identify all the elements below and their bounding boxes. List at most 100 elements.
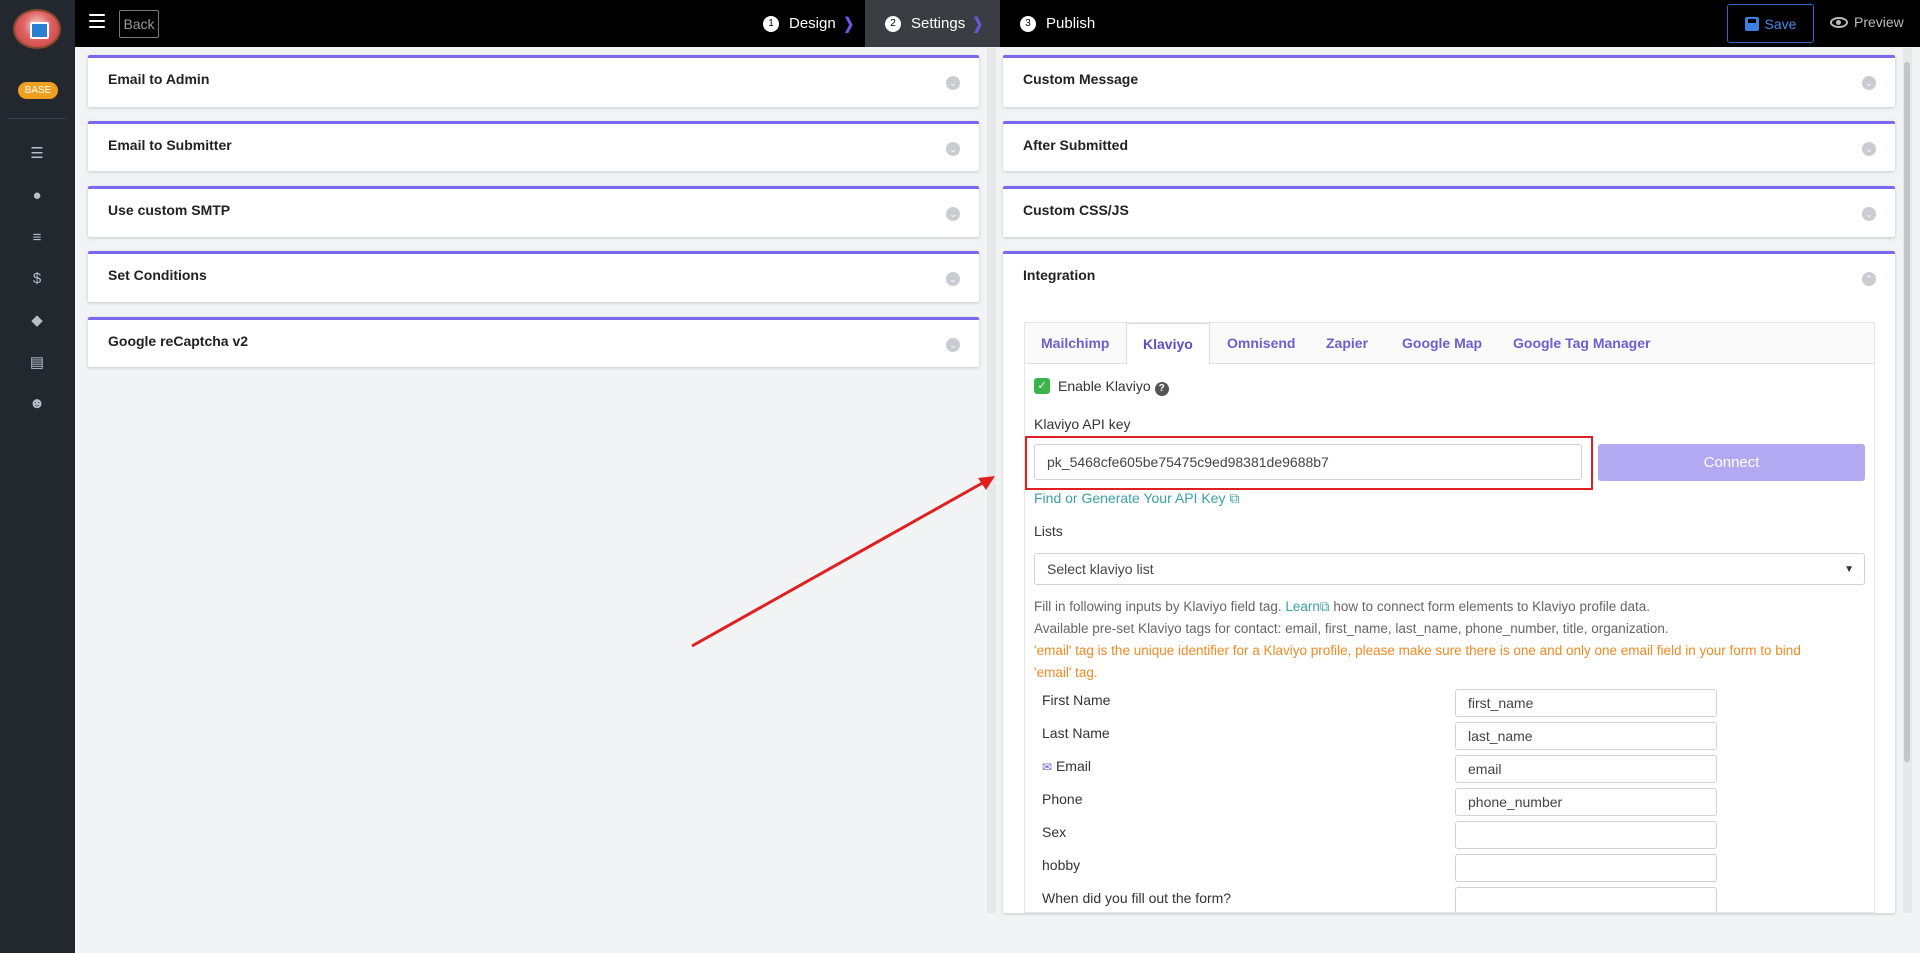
step-settings[interactable]: 2 Settings ❯: [865, 0, 1000, 47]
panel-recaptcha[interactable]: Google reCaptcha v2 ⌄: [88, 317, 979, 367]
sidebar: BASE ☰ ● ≡ $ ◆ ▤ ☻: [0, 0, 75, 953]
chevron-right-icon: ❯: [843, 15, 854, 33]
panel-title: Email to Admin: [108, 71, 210, 87]
step-publish[interactable]: 3 Publish: [1020, 0, 1095, 47]
tab-google-map[interactable]: Google Map: [1402, 335, 1482, 351]
chevron-down-icon[interactable]: ⌄: [946, 207, 960, 221]
panel-custom-smtp[interactable]: Use custom SMTP ⌄: [88, 186, 979, 237]
floppy-disk-icon: [1744, 16, 1759, 31]
field-label-email-text: Email: [1055, 758, 1091, 774]
top-bar: Back 1 Design ❯ 2 Settings ❯ 3 Publish S…: [75, 0, 1920, 47]
scrollbar[interactable]: [987, 48, 996, 913]
step-label: Settings: [911, 15, 966, 32]
chevron-down-icon[interactable]: ⌄: [946, 272, 960, 286]
preview-button[interactable]: Preview: [1830, 14, 1904, 30]
arrow-shaft: [691, 479, 987, 648]
chevron-down-icon[interactable]: ⌄: [1862, 76, 1876, 90]
panel-custom-message[interactable]: Custom Message ⌄: [1003, 55, 1895, 107]
panel-email-to-submitter[interactable]: Email to Submitter ⌄: [88, 121, 979, 171]
users-icon[interactable]: ◆: [27, 310, 47, 330]
chevron-down-icon[interactable]: ⌄: [1862, 207, 1876, 221]
panel-title: Custom Message: [1023, 71, 1139, 87]
field-input-sex[interactable]: [1455, 821, 1717, 849]
panel-title: Custom CSS/JS: [1023, 202, 1129, 218]
step-label: Design: [789, 15, 836, 32]
external-link-icon: ⧉: [1319, 599, 1330, 614]
klaviyo-list-select[interactable]: Select klaviyo list ▼: [1034, 553, 1865, 585]
chevron-down-icon[interactable]: ⌄: [946, 142, 960, 156]
help-icon[interactable]: ?: [1154, 382, 1169, 396]
field-input-first-name[interactable]: first_name: [1455, 689, 1717, 717]
step-number: 1: [763, 15, 779, 32]
api-key-label: Klaviyo API key: [1034, 416, 1131, 432]
connect-button[interactable]: Connect: [1598, 444, 1865, 481]
find-api-key-link[interactable]: Find or Generate Your API Key ⧉: [1034, 490, 1239, 507]
api-key-input[interactable]: pk_5468cfe605be75475c9ed98381de9688b7: [1034, 444, 1582, 480]
info-post: how to connect form elements to Klaviyo …: [1333, 599, 1650, 614]
info-text: Fill in following inputs by Klaviyo fiel…: [1034, 596, 1864, 684]
chevron-down-icon[interactable]: ⌄: [1862, 142, 1876, 156]
field-label-phone: Phone: [1042, 791, 1083, 807]
preview-label: Preview: [1854, 14, 1904, 30]
panel-title: Integration: [1023, 267, 1096, 283]
sidebar-divider: [8, 118, 66, 119]
chevron-down-icon[interactable]: ⌄: [946, 338, 960, 352]
panel-email-to-admin[interactable]: Email to Admin ⌄: [88, 55, 979, 107]
hamburger-icon[interactable]: [89, 14, 105, 32]
info-pre: Fill in following inputs by Klaviyo fiel…: [1034, 599, 1282, 614]
info-tags: Available pre-set Klaviyo tags for conta…: [1034, 621, 1669, 636]
eye-icon: [1830, 16, 1848, 28]
field-label-sex: Sex: [1042, 824, 1067, 840]
integration-content: Mailchimp Klaviyo Omnisend Zapier Google…: [1024, 322, 1875, 913]
field-input-when[interactable]: [1455, 887, 1717, 912]
save-label: Save: [1764, 15, 1797, 32]
chevron-up-icon[interactable]: ⌃: [1862, 272, 1876, 286]
dollar-icon[interactable]: $: [27, 268, 47, 288]
step-number: 2: [885, 15, 901, 32]
chevron-down-icon[interactable]: ⌄: [946, 76, 960, 90]
tab-klaviyo[interactable]: Klaviyo: [1126, 323, 1210, 365]
panel-set-conditions[interactable]: Set Conditions ⌄: [88, 251, 979, 302]
back-button[interactable]: Back: [119, 10, 159, 38]
field-label-email: ✉ Email: [1042, 758, 1091, 774]
scrollbar-thumb[interactable]: [1904, 62, 1910, 762]
enable-klaviyo-label: Enable Klaviyo: [1058, 378, 1151, 394]
tab-google-tag-manager[interactable]: Google Tag Manager: [1513, 335, 1650, 351]
tab-omnisend[interactable]: Omnisend: [1227, 335, 1295, 351]
field-input-last-name[interactable]: last_name: [1455, 722, 1717, 750]
panel-after-submitted[interactable]: After Submitted ⌄: [1003, 121, 1895, 171]
field-input-email[interactable]: email: [1455, 755, 1717, 783]
tab-mailchimp[interactable]: Mailchimp: [1041, 335, 1109, 351]
tab-zapier[interactable]: Zapier: [1326, 335, 1368, 351]
enable-klaviyo-row: Enable Klaviyo?: [1058, 378, 1169, 396]
external-link-icon: ⧉: [1229, 490, 1240, 506]
document-icon[interactable]: ▤: [27, 352, 47, 372]
list-icon[interactable]: ☰: [27, 143, 47, 163]
plan-badge: BASE: [18, 82, 58, 99]
panel-title: After Submitted: [1023, 137, 1128, 153]
panel-title: Email to Submitter: [108, 137, 232, 153]
step-design[interactable]: 1 Design ❯: [759, 0, 861, 47]
email-warning-cont: 'email' tag.: [1034, 665, 1098, 680]
enable-klaviyo-checkbox[interactable]: ✓: [1034, 378, 1050, 394]
field-input-hobby[interactable]: [1455, 854, 1717, 882]
chevron-down-icon: ▼: [1844, 563, 1854, 575]
find-api-key-text: Find or Generate Your API Key: [1034, 490, 1226, 506]
chevron-right-icon: ❯: [972, 15, 984, 33]
learn-link[interactable]: Learn: [1285, 599, 1320, 614]
smile-icon[interactable]: ☻: [27, 393, 47, 413]
integration-tabs: Mailchimp Klaviyo Omnisend Zapier Google…: [1025, 323, 1874, 365]
email-warning: 'email' tag is the unique identifier for…: [1034, 643, 1801, 658]
step-label: Publish: [1046, 15, 1096, 32]
app-logo[interactable]: [13, 9, 61, 49]
menu-icon[interactable]: ≡: [27, 227, 47, 247]
field-label-first-name: First Name: [1042, 692, 1111, 708]
panel-title: Use custom SMTP: [108, 202, 231, 218]
user-icon[interactable]: ●: [27, 185, 47, 205]
field-input-phone[interactable]: phone_number: [1455, 788, 1717, 816]
panel-title: Set Conditions: [108, 267, 207, 283]
save-button[interactable]: Save: [1727, 4, 1814, 43]
field-label-when: When did you fill out the form?: [1042, 890, 1232, 906]
panel-custom-css-js[interactable]: Custom CSS/JS ⌄: [1003, 186, 1895, 237]
panel-title: Google reCaptcha v2: [108, 333, 249, 349]
